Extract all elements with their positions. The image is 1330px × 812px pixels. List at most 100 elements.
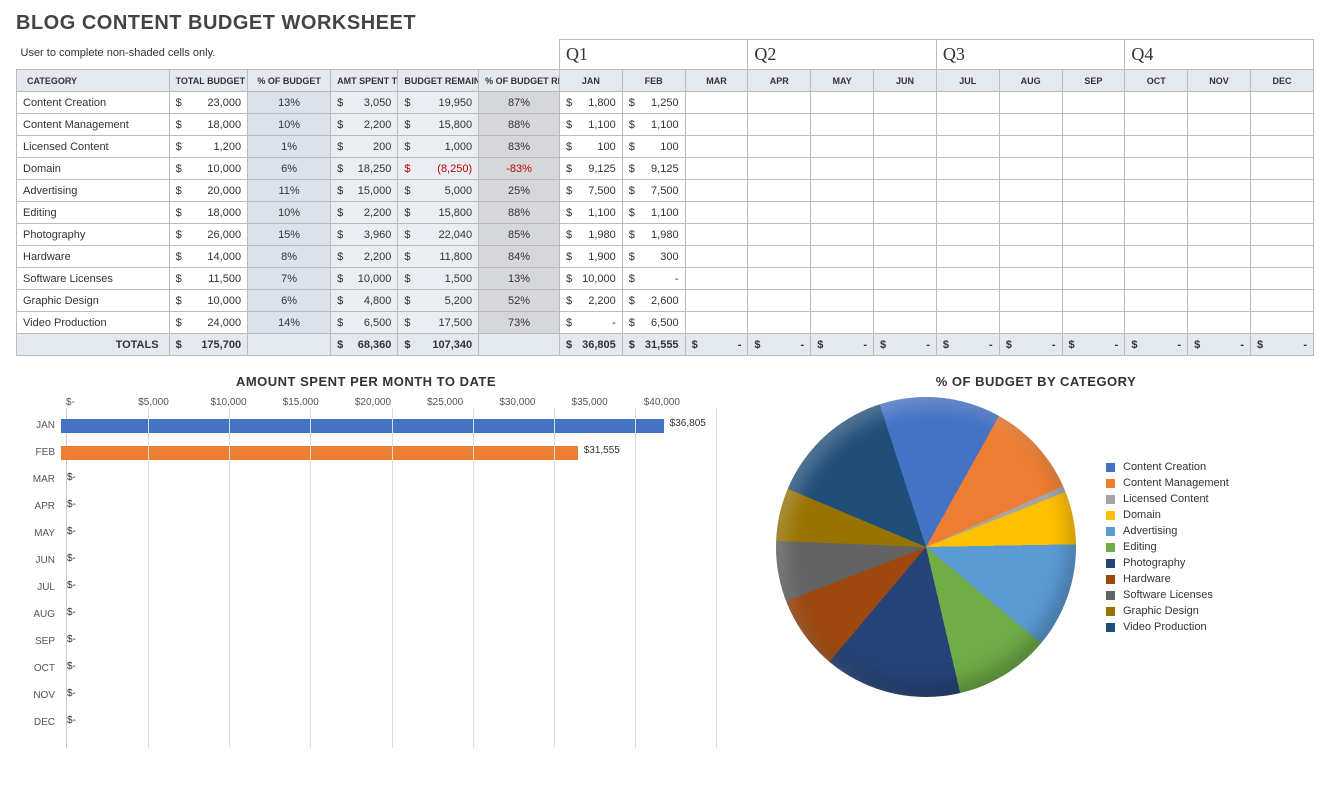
cell[interactable] xyxy=(1125,92,1188,114)
cell[interactable]: $24,000 xyxy=(169,312,248,334)
cell[interactable] xyxy=(1188,268,1251,290)
cell[interactable]: $- xyxy=(622,268,685,290)
cell[interactable] xyxy=(748,224,811,246)
cell[interactable]: $2,600 xyxy=(622,290,685,312)
cell[interactable] xyxy=(874,180,937,202)
cell[interactable] xyxy=(1125,268,1188,290)
cell[interactable]: $100 xyxy=(559,136,622,158)
cell[interactable] xyxy=(1062,224,1125,246)
cell[interactable] xyxy=(999,246,1062,268)
cell[interactable] xyxy=(748,202,811,224)
cell[interactable] xyxy=(685,158,748,180)
cell[interactable] xyxy=(1188,290,1251,312)
cell[interactable] xyxy=(811,202,874,224)
cell[interactable] xyxy=(1250,224,1313,246)
cell[interactable] xyxy=(748,180,811,202)
cell[interactable] xyxy=(874,224,937,246)
cell[interactable] xyxy=(936,268,999,290)
cell[interactable] xyxy=(748,114,811,136)
cell-category[interactable]: Hardware xyxy=(17,246,170,268)
cell[interactable] xyxy=(999,268,1062,290)
cell[interactable] xyxy=(811,290,874,312)
cell[interactable] xyxy=(1062,268,1125,290)
cell[interactable] xyxy=(874,158,937,180)
cell[interactable] xyxy=(1250,246,1313,268)
cell[interactable] xyxy=(999,158,1062,180)
cell-category[interactable]: Editing xyxy=(17,202,170,224)
cell-category[interactable]: Content Creation xyxy=(17,92,170,114)
cell[interactable] xyxy=(936,224,999,246)
cell[interactable] xyxy=(1062,246,1125,268)
cell-category[interactable]: Software Licenses xyxy=(17,268,170,290)
cell[interactable] xyxy=(1125,136,1188,158)
cell[interactable] xyxy=(1188,246,1251,268)
cell[interactable]: $14,000 xyxy=(169,246,248,268)
cell[interactable] xyxy=(1188,92,1251,114)
cell[interactable] xyxy=(999,312,1062,334)
cell[interactable]: $2,200 xyxy=(559,290,622,312)
cell[interactable] xyxy=(685,180,748,202)
cell[interactable] xyxy=(874,268,937,290)
cell[interactable] xyxy=(1125,158,1188,180)
cell[interactable] xyxy=(874,290,937,312)
cell[interactable] xyxy=(685,268,748,290)
cell[interactable] xyxy=(1250,268,1313,290)
cell[interactable] xyxy=(936,246,999,268)
cell-category[interactable]: Video Production xyxy=(17,312,170,334)
cell[interactable]: $1,980 xyxy=(622,224,685,246)
cell[interactable] xyxy=(1188,202,1251,224)
cell-category[interactable]: Photography xyxy=(17,224,170,246)
cell[interactable] xyxy=(1062,180,1125,202)
cell[interactable] xyxy=(936,136,999,158)
cell[interactable]: $1,100 xyxy=(622,114,685,136)
cell[interactable]: $1,100 xyxy=(559,114,622,136)
cell-category[interactable]: Graphic Design xyxy=(17,290,170,312)
cell[interactable] xyxy=(685,290,748,312)
cell[interactable] xyxy=(748,246,811,268)
cell[interactable]: $18,000 xyxy=(169,114,248,136)
cell[interactable] xyxy=(936,290,999,312)
cell[interactable] xyxy=(1062,114,1125,136)
cell[interactable] xyxy=(811,114,874,136)
cell[interactable]: $6,500 xyxy=(622,312,685,334)
cell[interactable] xyxy=(1188,136,1251,158)
cell-category[interactable]: Domain xyxy=(17,158,170,180)
cell[interactable] xyxy=(1062,290,1125,312)
cell[interactable] xyxy=(1125,114,1188,136)
cell[interactable]: $1,800 xyxy=(559,92,622,114)
cell[interactable] xyxy=(811,312,874,334)
cell[interactable]: $1,100 xyxy=(622,202,685,224)
cell[interactable] xyxy=(685,92,748,114)
cell[interactable] xyxy=(1188,224,1251,246)
cell[interactable] xyxy=(874,202,937,224)
cell[interactable] xyxy=(811,158,874,180)
cell[interactable]: $9,125 xyxy=(559,158,622,180)
cell[interactable] xyxy=(811,180,874,202)
cell[interactable] xyxy=(1188,312,1251,334)
cell[interactable] xyxy=(748,290,811,312)
cell[interactable] xyxy=(874,246,937,268)
cell[interactable] xyxy=(811,268,874,290)
cell[interactable] xyxy=(748,158,811,180)
cell[interactable] xyxy=(1062,158,1125,180)
cell[interactable] xyxy=(685,224,748,246)
cell[interactable] xyxy=(1250,114,1313,136)
cell[interactable] xyxy=(874,312,937,334)
cell[interactable] xyxy=(1188,180,1251,202)
cell[interactable] xyxy=(1250,312,1313,334)
cell[interactable] xyxy=(999,114,1062,136)
cell[interactable] xyxy=(936,92,999,114)
cell[interactable] xyxy=(936,114,999,136)
cell[interactable] xyxy=(748,136,811,158)
cell[interactable]: $11,500 xyxy=(169,268,248,290)
cell[interactable] xyxy=(936,202,999,224)
cell[interactable] xyxy=(1125,180,1188,202)
cell[interactable]: $100 xyxy=(622,136,685,158)
cell[interactable] xyxy=(1188,158,1251,180)
cell[interactable] xyxy=(999,290,1062,312)
cell[interactable] xyxy=(874,136,937,158)
cell[interactable]: $10,000 xyxy=(169,290,248,312)
cell[interactable] xyxy=(1250,92,1313,114)
cell[interactable] xyxy=(811,224,874,246)
cell[interactable] xyxy=(1062,136,1125,158)
